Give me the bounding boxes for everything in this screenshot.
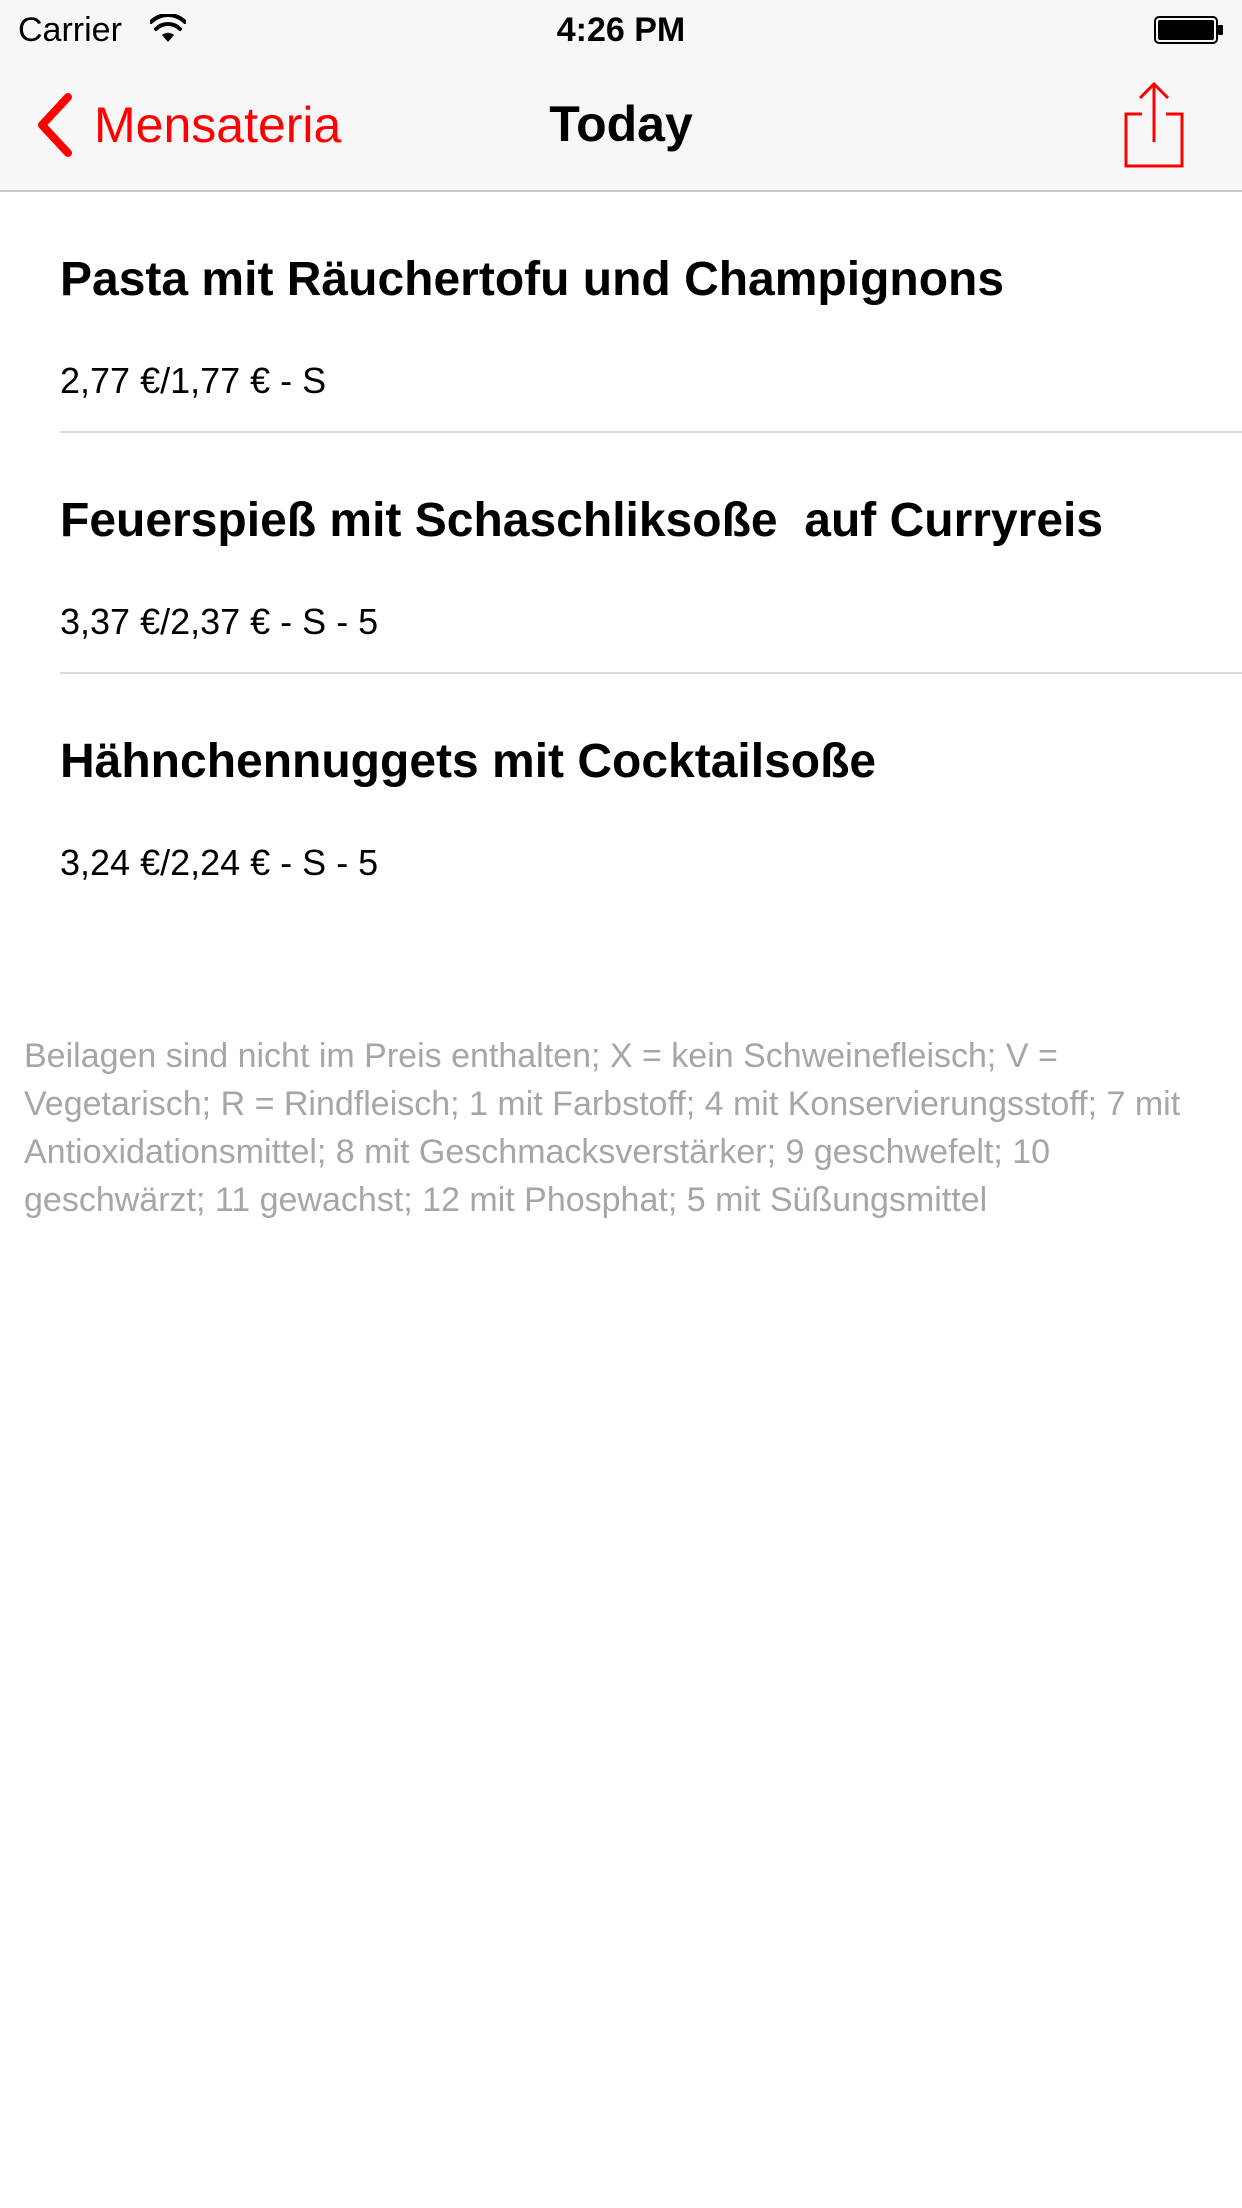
menu-item[interactable]: Hähnchennuggets mit Cocktailsoße 3,24 €/… — [0, 674, 1242, 915]
status-bar: Carrier 4:26 PM — [0, 0, 1242, 60]
dish-price: 3,24 €/2,24 € - S - 5 — [60, 842, 379, 883]
battery-icon — [1154, 16, 1223, 44]
dish-price: 2,77 €/1,77 € - S — [60, 360, 327, 401]
status-time: 4:26 PM — [556, 11, 686, 49]
share-icon[interactable] — [1122, 80, 1186, 170]
allergen-footnote: Beilagen sind nicht im Preis enthalten; … — [24, 1037, 1181, 1219]
menu-item[interactable]: Pasta mit Räuchertofu und Champignons 2,… — [0, 192, 1242, 433]
dish-name: Feuerspieß mit Schaschliksoße auf Curryr… — [60, 494, 1104, 547]
dish-name: Pasta mit Räuchertofu und Champignons — [60, 253, 1005, 306]
dish-name: Hähnchennuggets mit Cocktailsoße — [60, 735, 877, 788]
dish-price: 3,37 €/2,37 € - S - 5 — [60, 601, 379, 642]
menu-item[interactable]: Feuerspieß mit Schaschliksoße auf Curryr… — [0, 433, 1242, 674]
menu-list: Pasta mit Räuchertofu und Champignons 2,… — [0, 192, 1242, 915]
navigation-bar: Mensateria Today — [0, 60, 1242, 192]
page-title: Today — [549, 96, 693, 152]
